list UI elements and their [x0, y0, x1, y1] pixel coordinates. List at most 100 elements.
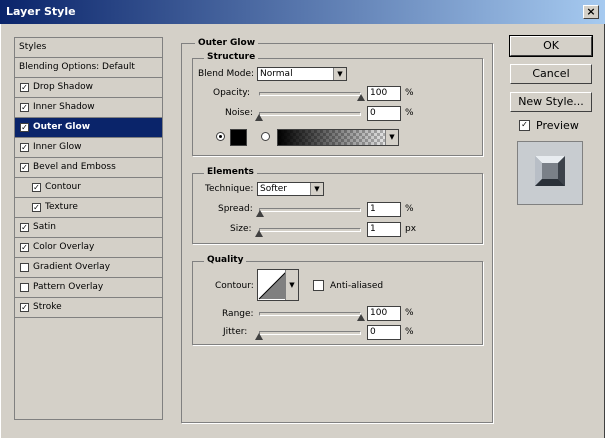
spread-input[interactable]: 1	[367, 202, 401, 217]
size-slider[interactable]	[259, 228, 361, 232]
range-slider[interactable]	[259, 312, 361, 316]
color-radio[interactable]	[216, 132, 225, 141]
preview-checkbox[interactable]: ✓	[519, 120, 530, 131]
noise-slider[interactable]	[259, 112, 361, 116]
spread-unit: %	[405, 204, 414, 214]
style-item-label: Blending Options: Default	[19, 62, 135, 72]
size-unit: px	[405, 224, 417, 234]
style-item-label: Inner Shadow	[33, 102, 95, 112]
blend-mode-label: Blend Mode:	[198, 69, 255, 79]
contour-curve-icon	[258, 270, 288, 300]
noise-unit: %	[405, 108, 414, 118]
style-item-label: Inner Glow	[33, 142, 82, 152]
style-item-label: Outer Glow	[33, 122, 91, 132]
style-item-label: Pattern Overlay	[33, 282, 104, 292]
size-label: Size:	[230, 224, 252, 234]
style-item-checkbox[interactable]: ✓	[20, 123, 29, 132]
styles-header: Styles	[15, 38, 162, 58]
structure-title: Structure	[204, 52, 259, 62]
opacity-input[interactable]: 100	[367, 86, 401, 101]
window-title: Layer Style	[6, 5, 76, 18]
gradient-picker[interactable]: ▼	[277, 129, 399, 146]
chevron-down-icon: ▼	[285, 270, 298, 300]
spread-slider-thumb[interactable]	[256, 210, 265, 217]
style-item-checkbox[interactable]	[20, 263, 29, 272]
anti-aliased-checkbox[interactable]	[313, 280, 324, 291]
technique-value: Softer	[260, 184, 287, 194]
style-item-blending-options-default[interactable]: Blending Options: Default	[15, 58, 162, 78]
jitter-unit: %	[405, 327, 414, 337]
opacity-slider[interactable]	[259, 92, 361, 96]
jitter-slider-thumb[interactable]	[255, 333, 263, 340]
style-item-checkbox[interactable]: ✓	[20, 163, 29, 172]
chevron-down-icon: ▼	[310, 183, 323, 195]
styles-list: Styles Blending Options: Default ✓ Drop Sh…	[14, 37, 163, 420]
jitter-label: Jitter:	[223, 327, 248, 337]
technique-label: Technique:	[205, 184, 254, 194]
glow-color-swatch[interactable]	[230, 129, 247, 146]
style-item-checkbox[interactable]: ✓	[32, 183, 41, 192]
anti-aliased-label: Anti-aliased	[330, 281, 384, 291]
blend-mode-select[interactable]: Normal ▼	[257, 67, 347, 81]
style-item-outer-glow[interactable]: ✓ Outer Glow	[15, 118, 162, 138]
style-item-satin[interactable]: ✓ Satin	[15, 218, 162, 238]
style-item-pattern-overlay[interactable]: Pattern Overlay	[15, 278, 162, 298]
blend-mode-value: Normal	[260, 69, 293, 79]
range-label: Range:	[222, 309, 254, 319]
style-item-checkbox[interactable]: ✓	[20, 103, 29, 112]
style-item-stroke[interactable]: ✓ Stroke	[15, 298, 162, 318]
style-item-gradient-overlay[interactable]: Gradient Overlay	[15, 258, 162, 278]
size-input[interactable]: 1	[367, 222, 401, 237]
range-slider-thumb[interactable]	[357, 314, 365, 321]
range-input[interactable]: 100	[367, 306, 401, 321]
style-item-inner-shadow[interactable]: ✓ Inner Shadow	[15, 98, 162, 118]
preview-label: Preview	[536, 119, 579, 132]
outer-glow-title: Outer Glow	[195, 38, 259, 48]
contour-label: Contour:	[215, 281, 254, 291]
chevron-down-icon: ▼	[333, 68, 346, 80]
style-item-checkbox[interactable]: ✓	[20, 303, 29, 312]
gradient-radio[interactable]	[261, 132, 270, 141]
style-item-drop-shadow[interactable]: ✓ Drop Shadow	[15, 78, 162, 98]
spread-slider[interactable]	[259, 208, 361, 212]
style-item-texture[interactable]: ✓ Texture	[15, 198, 162, 218]
style-item-checkbox[interactable]: ✓	[20, 143, 29, 152]
spread-label: Spread:	[218, 204, 253, 214]
new-style-button[interactable]: New Style...	[510, 92, 592, 112]
elements-title: Elements	[204, 167, 257, 177]
ok-button[interactable]: OK	[509, 35, 593, 57]
style-item-checkbox[interactable]: ✓	[20, 243, 29, 252]
style-item-checkbox[interactable]	[20, 283, 29, 292]
contour-picker[interactable]: ▼	[257, 269, 299, 301]
style-item-label: Stroke	[33, 302, 62, 312]
style-item-inner-glow[interactable]: ✓ Inner Glow	[15, 138, 162, 158]
quality-title: Quality	[204, 255, 247, 265]
noise-slider-thumb[interactable]	[255, 114, 263, 121]
opacity-slider-thumb[interactable]	[357, 94, 365, 101]
cancel-button[interactable]: Cancel	[510, 64, 592, 84]
style-item-checkbox[interactable]: ✓	[32, 203, 41, 212]
jitter-input[interactable]: 0	[367, 325, 401, 340]
style-item-checkbox[interactable]: ✓	[20, 83, 29, 92]
opacity-label: Opacity:	[213, 88, 250, 98]
style-item-label: Texture	[45, 202, 78, 212]
style-item-checkbox[interactable]: ✓	[20, 223, 29, 232]
style-item-label: Drop Shadow	[33, 82, 94, 92]
size-slider-thumb[interactable]	[255, 230, 264, 237]
chevron-down-icon: ▼	[385, 130, 398, 145]
technique-select[interactable]: Softer ▼	[257, 182, 324, 196]
style-item-contour[interactable]: ✓ Contour	[15, 178, 162, 198]
style-item-label: Gradient Overlay	[33, 262, 111, 272]
style-item-color-overlay[interactable]: ✓ Color Overlay	[15, 238, 162, 258]
close-button[interactable]: ×	[583, 5, 599, 19]
title-bar: Layer Style ×	[0, 0, 605, 24]
bevel-square-icon	[535, 156, 565, 186]
range-unit: %	[405, 308, 414, 318]
noise-label: Noise:	[225, 108, 253, 118]
style-item-bevel-and-emboss[interactable]: ✓ Bevel and Emboss	[15, 158, 162, 178]
jitter-slider[interactable]	[259, 331, 361, 335]
noise-input[interactable]: 0	[367, 106, 401, 121]
style-item-label: Bevel and Emboss	[33, 162, 116, 172]
style-item-label: Contour	[45, 182, 81, 192]
opacity-unit: %	[405, 88, 414, 98]
